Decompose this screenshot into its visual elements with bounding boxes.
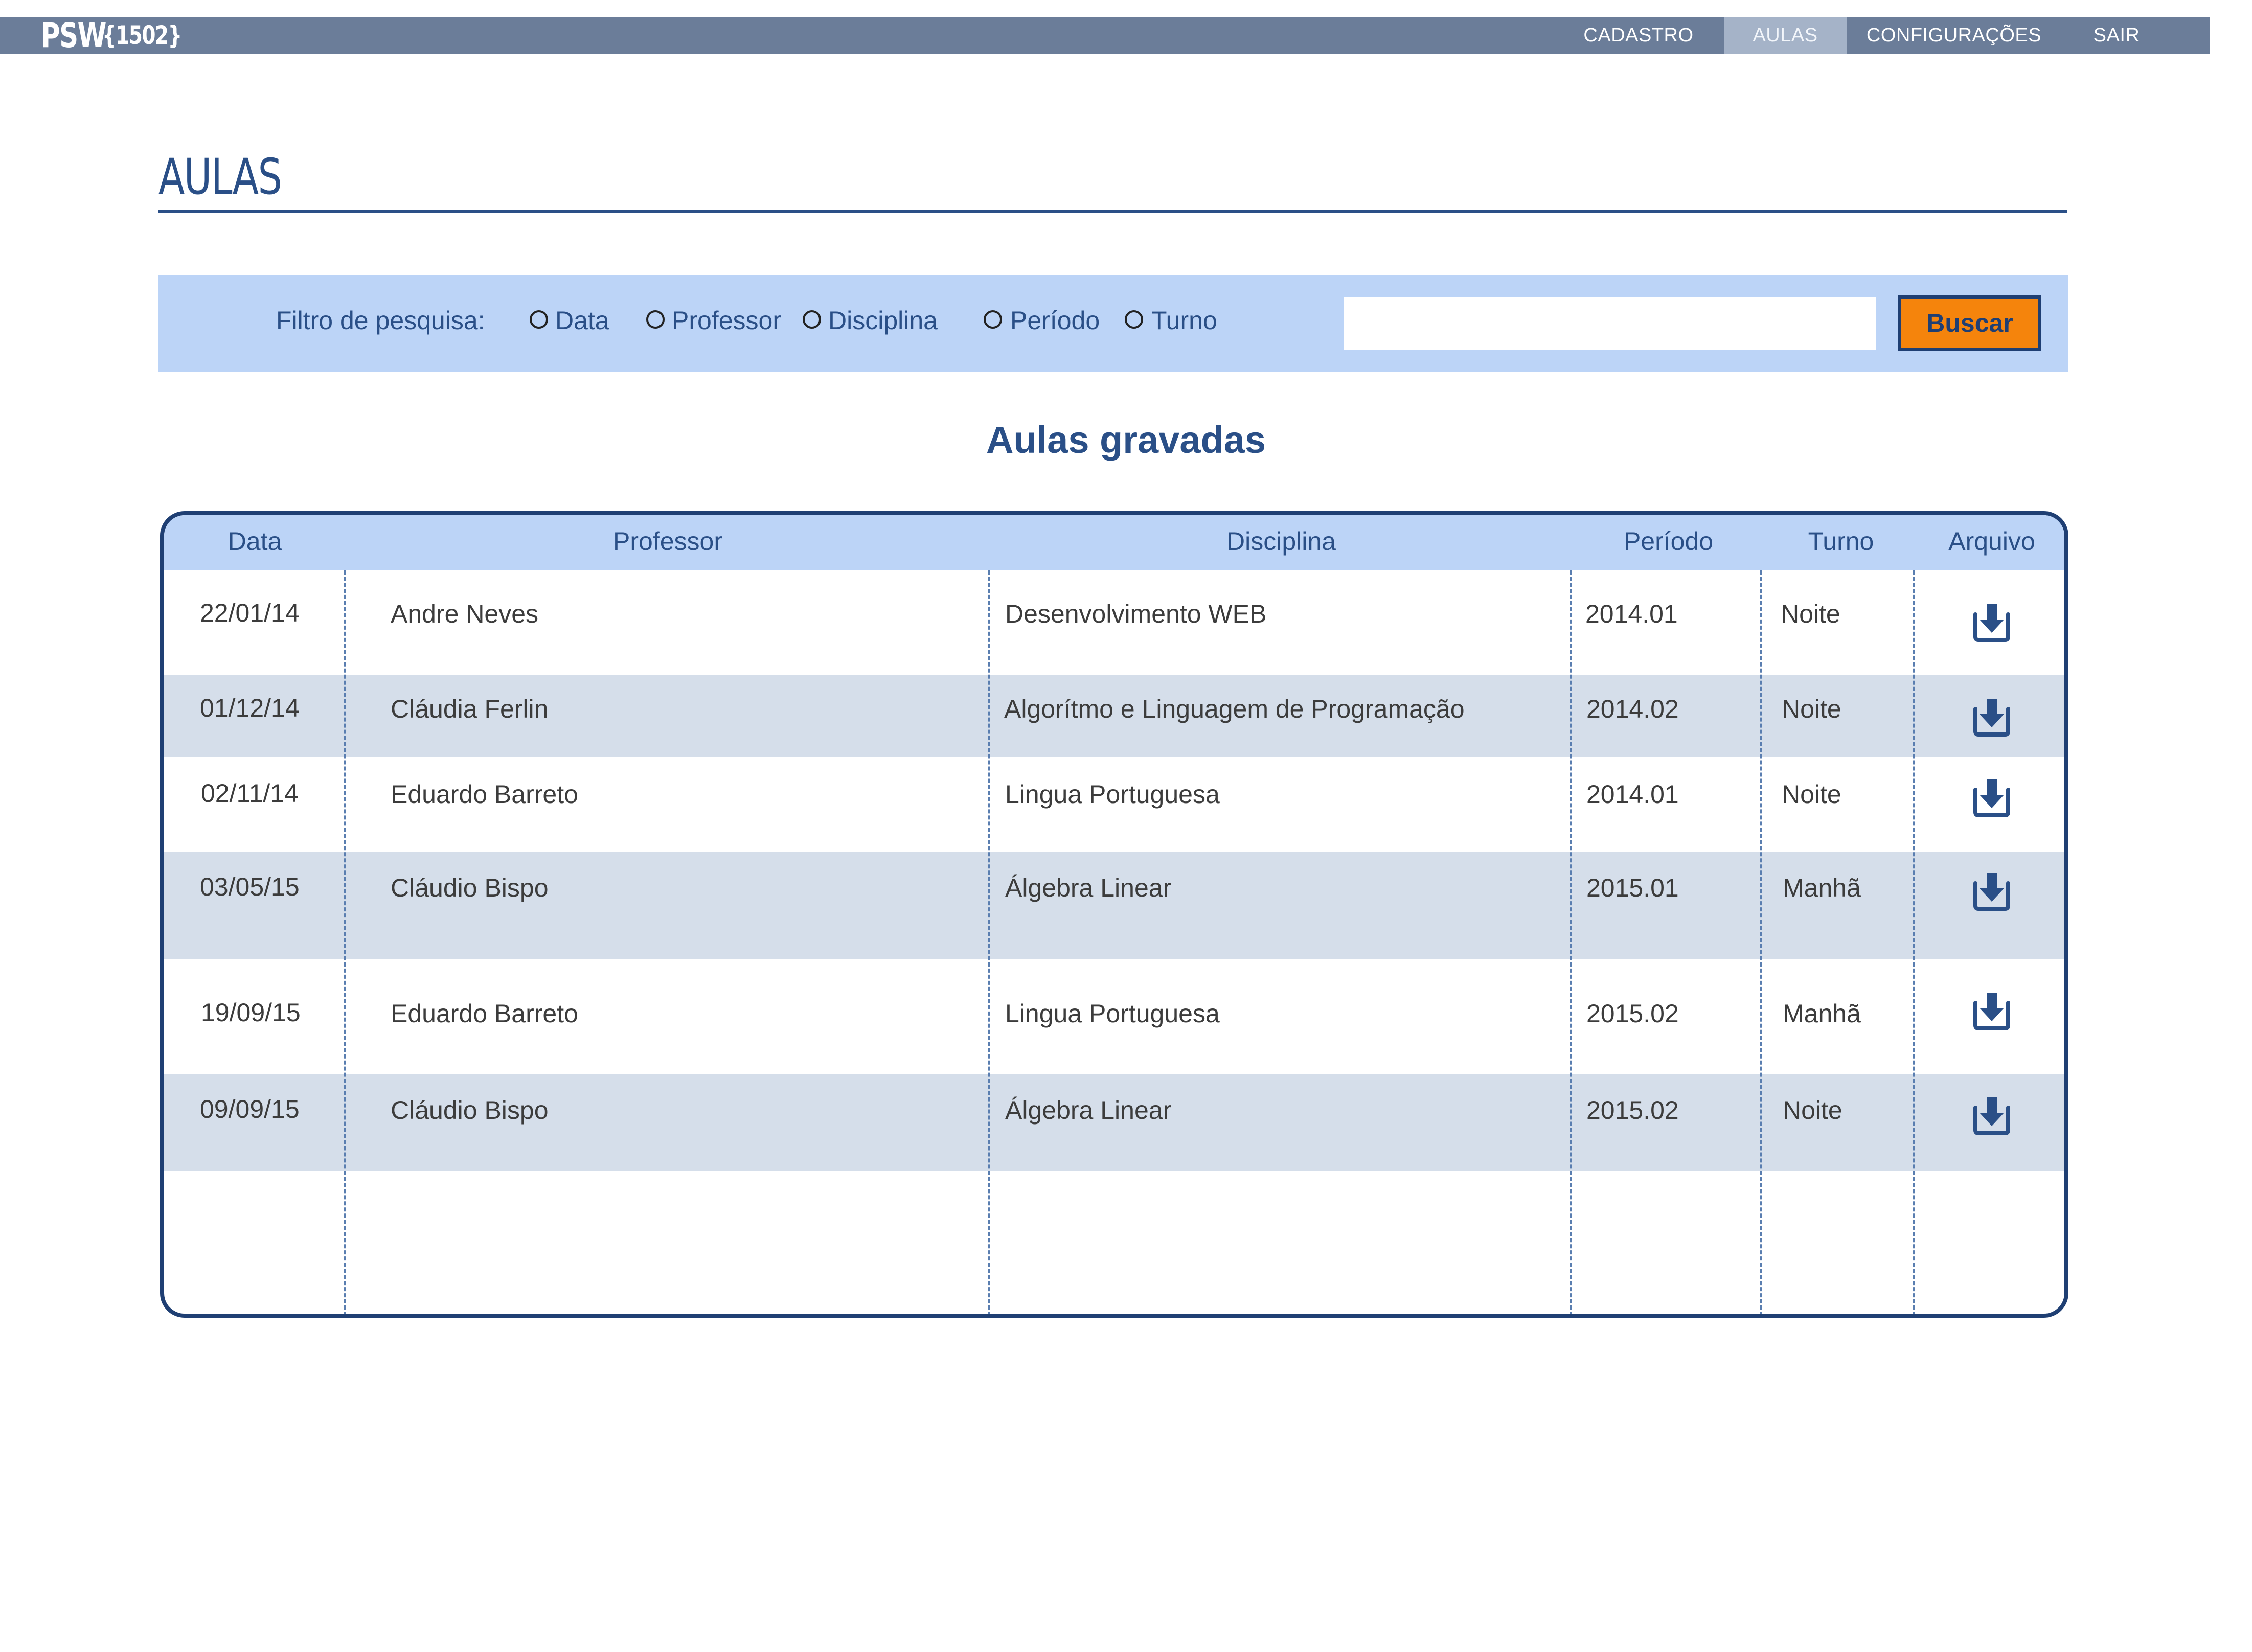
cell-turno: Manhã xyxy=(1783,874,1861,902)
page-title: AULAS xyxy=(158,148,282,205)
cell-data: 01/12/14 xyxy=(200,694,300,722)
cell-data: 19/09/15 xyxy=(201,998,301,1027)
nav-item-cadastro[interactable]: CADASTRO xyxy=(1559,17,1718,54)
logo-text: PSW xyxy=(41,15,106,55)
cell-turno: Manhã xyxy=(1783,999,1861,1028)
cell-turno: Noite xyxy=(1782,780,1841,809)
section-title: Aulas gravadas xyxy=(986,419,1266,461)
cell-periodo: 2015.01 xyxy=(1586,874,1679,902)
cell-periodo: 2014.01 xyxy=(1585,600,1678,628)
cell-data: 09/09/15 xyxy=(200,1095,300,1123)
download-icon[interactable] xyxy=(1971,602,2012,643)
table-row[interactable]: 03/05/15 Cláudio Bispo Álgebra Linear 20… xyxy=(164,852,2064,959)
nav-item-sair[interactable]: SAIR xyxy=(2071,17,2163,54)
cell-turno: Noite xyxy=(1782,695,1841,723)
cell-data: 22/01/14 xyxy=(200,599,300,627)
cell-periodo: 2014.01 xyxy=(1586,780,1679,809)
title-divider xyxy=(158,210,2067,213)
column-header-arquivo: Arquivo xyxy=(1948,527,2035,556)
cell-professor: Cláudio Bispo xyxy=(391,1096,549,1125)
app-logo[interactable]: PSW {1502} xyxy=(41,15,203,55)
table-header: Data Professor Disciplina Período Turno … xyxy=(164,515,2064,570)
table-row[interactable]: 19/09/15 Eduardo Barreto Lingua Portugue… xyxy=(164,959,2064,1074)
radio-label-disciplina[interactable]: Disciplina xyxy=(828,306,938,335)
cell-periodo: 2015.02 xyxy=(1586,1096,1679,1125)
cell-professor: Cláudio Bispo xyxy=(391,874,549,902)
filter-label: Filtro de pesquisa: xyxy=(276,306,485,335)
nav-item-configuracoes[interactable]: CONFIGURAÇÕES xyxy=(1847,17,2061,54)
cell-disciplina: Álgebra Linear xyxy=(1005,874,1172,902)
cell-data: 03/05/15 xyxy=(200,873,300,901)
column-divider xyxy=(988,570,990,1314)
radio-label-turno[interactable]: Turno xyxy=(1151,306,1217,335)
cell-disciplina: Desenvolvimento WEB xyxy=(1005,600,1267,628)
cell-periodo: 2014.02 xyxy=(1586,695,1679,723)
table-row[interactable]: 09/09/15 Cláudio Bispo Álgebra Linear 20… xyxy=(164,1074,2064,1171)
column-divider xyxy=(1913,570,1915,1314)
cell-disciplina: Algorítmo e Linguagem de Programação xyxy=(1004,695,1465,723)
radio-data[interactable] xyxy=(530,310,548,329)
column-header-turno[interactable]: Turno xyxy=(1764,526,1918,556)
column-divider xyxy=(1760,570,1762,1314)
cell-disciplina: Lingua Portuguesa xyxy=(1005,780,1220,809)
column-header-professor[interactable]: Professor xyxy=(346,526,990,556)
cell-professor: Eduardo Barreto xyxy=(391,999,578,1028)
column-header-data[interactable]: Data xyxy=(164,526,346,556)
cell-professor: Eduardo Barreto xyxy=(391,780,578,809)
column-header-disciplina[interactable]: Disciplina xyxy=(990,526,1573,556)
cell-disciplina: Álgebra Linear xyxy=(1005,1096,1172,1125)
table-row[interactable]: 22/01/14 Andre Neves Desenvolvimento WEB… xyxy=(164,570,2064,675)
radio-label-data[interactable]: Data xyxy=(555,306,609,335)
radio-label-periodo[interactable]: Período xyxy=(1010,306,1100,335)
cell-turno: Noite xyxy=(1781,600,1840,628)
radio-periodo[interactable] xyxy=(984,310,1002,329)
radio-professor[interactable] xyxy=(646,310,665,329)
nav-item-aulas[interactable]: AULAS xyxy=(1724,17,1847,54)
search-input[interactable] xyxy=(1344,297,1876,350)
cell-data: 02/11/14 xyxy=(201,779,299,808)
download-icon[interactable] xyxy=(1971,697,2012,738)
logo-code: {1502} xyxy=(102,20,182,50)
column-divider xyxy=(344,570,346,1314)
search-button[interactable]: Buscar xyxy=(1898,295,2041,351)
column-divider xyxy=(1570,570,1572,1314)
radio-turno[interactable] xyxy=(1125,310,1143,329)
download-icon[interactable] xyxy=(1971,991,2012,1031)
cell-professor: Cláudia Ferlin xyxy=(391,695,549,723)
table-row[interactable]: 01/12/14 Cláudia Ferlin Algorítmo e Ling… xyxy=(164,675,2064,757)
cell-turno: Noite xyxy=(1783,1096,1842,1125)
download-icon[interactable] xyxy=(1971,1095,2012,1136)
cell-professor: Andre Neves xyxy=(391,600,539,628)
recordings-table: Data Professor Disciplina Período Turno … xyxy=(160,511,2068,1318)
download-icon[interactable] xyxy=(1971,871,2012,912)
cell-disciplina: Lingua Portuguesa xyxy=(1005,999,1220,1028)
table-row[interactable]: 02/11/14 Eduardo Barreto Lingua Portugue… xyxy=(164,757,2064,852)
radio-label-professor[interactable]: Professor xyxy=(672,306,781,335)
cell-periodo: 2015.02 xyxy=(1586,999,1679,1028)
column-header-periodo[interactable]: Período xyxy=(1573,526,1764,556)
download-icon[interactable] xyxy=(1971,777,2012,818)
radio-disciplina[interactable] xyxy=(803,310,821,329)
